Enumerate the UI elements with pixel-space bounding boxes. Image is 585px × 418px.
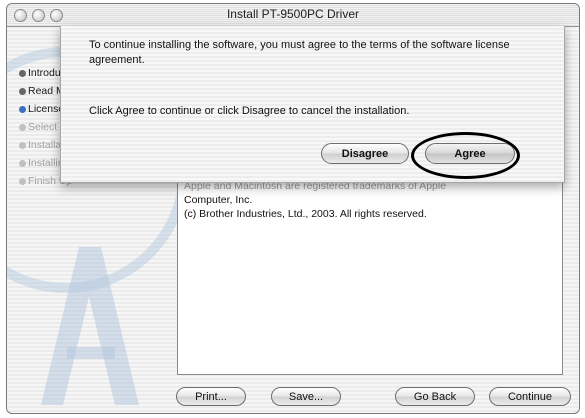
save-button[interactable]: Save...: [271, 387, 341, 406]
step-bullet-icon: [19, 159, 26, 167]
installer-logo-a-icon: [41, 247, 139, 405]
step-bullet-icon: [19, 177, 26, 185]
license-agreement-sheet: To continue installing the software, you…: [60, 26, 565, 183]
sheet-message: To continue installing the software, you…: [89, 39, 510, 66]
go-back-button[interactable]: Go Back: [395, 387, 475, 406]
step-bullet-icon: [19, 105, 26, 113]
license-text: Apple and Macintosh are registered trade…: [184, 179, 446, 221]
step-bullet-icon: [19, 123, 26, 131]
license-line: Computer, Inc.: [184, 194, 253, 206]
step-bullet-icon: [19, 69, 26, 77]
disagree-button[interactable]: Disagree: [321, 143, 409, 164]
step-label: License: [28, 103, 65, 115]
license-line: (c) Brother Industries, Ltd., 2003. All …: [184, 208, 427, 220]
title-bar: Install PT-9500PC Driver: [7, 4, 579, 27]
step-bullet-icon: [19, 141, 26, 149]
continue-button[interactable]: Continue: [489, 387, 571, 406]
sheet-instruction: Click Agree to continue or click Disagre…: [89, 105, 410, 117]
step-license: License: [19, 103, 64, 115]
window-title: Install PT-9500PC Driver: [226, 7, 360, 21]
agree-button[interactable]: Agree: [425, 143, 515, 164]
print-button[interactable]: Print...: [176, 387, 246, 406]
step-bullet-icon: [19, 87, 26, 95]
